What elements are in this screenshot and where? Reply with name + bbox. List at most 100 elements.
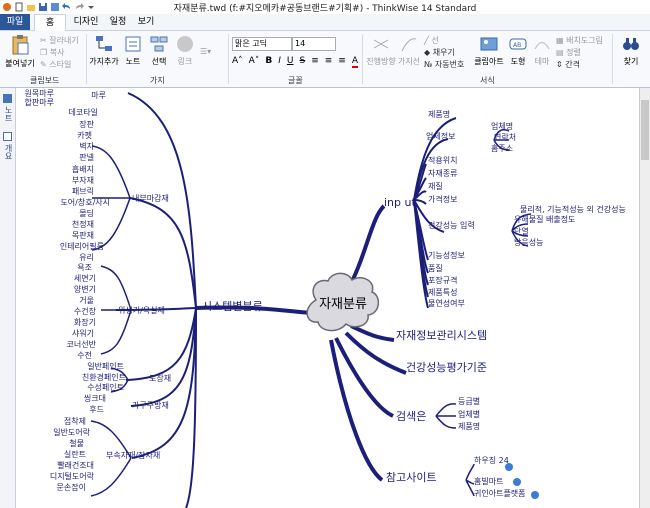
vertical-scrollbar[interactable] [639,88,650,508]
node-bath[interactable]: 위생기/욕실재 [118,305,165,315]
node-hood[interactable]: 후드 [89,405,104,414]
shape-button[interactable]: AB 도형 [506,34,530,67]
font-size-select[interactable]: 14 [292,37,336,51]
shrink-font-icon[interactable]: A˅ [249,56,260,68]
node-corner-shelf[interactable]: 코너선반 [67,339,97,349]
node-floor[interactable]: 마루 [91,91,106,100]
tab-view[interactable]: 보기 [134,14,158,30]
node-vanity[interactable]: 화장기 [74,317,96,327]
italic-icon[interactable]: I [278,56,281,68]
node-shower[interactable]: 샤워기 [72,328,94,338]
node-company-name[interactable]: 업체명 [491,121,513,131]
node-material-type[interactable]: 자재종류 [428,169,457,178]
node-interior-finish[interactable]: 내부마감재 [132,193,169,203]
line-button[interactable]: ╱ 선 [424,35,439,46]
align-right-icon[interactable]: ≡ [338,56,346,68]
root-node[interactable]: 자재분류 [306,272,380,332]
clipart-button[interactable]: 클립아트 [472,34,506,67]
node-soundproof[interactable]: 방음성능 [514,237,543,247]
node-hardware[interactable]: 철물 [69,438,84,448]
branch-info-system[interactable]: 자재정보관리시스템 [396,329,487,342]
branch-line-button[interactable]: 가지선 [396,34,422,67]
fill-button[interactable]: ◆ 채우기 [424,47,455,58]
underline-icon[interactable]: U [287,56,294,68]
side-tab-outline[interactable]: 개요 [3,144,14,160]
tab-design[interactable]: 디자인 [68,14,104,30]
branch-health-standard[interactable]: 건강성능평가기준 [406,361,487,374]
note-button[interactable]: 노트 [121,34,145,67]
node-absorb-board[interactable]: 흡배지 [72,164,94,174]
branch-reference-sites[interactable]: 참고사이트 [386,471,437,484]
tab-home[interactable]: 홈 [34,14,66,31]
node-sub-materials[interactable]: 부속자재/잡자재 [106,450,160,460]
tab-schedule[interactable]: 일정 [106,14,130,30]
theme-button[interactable]: 테마 [530,34,554,67]
font-color-icon[interactable]: A [351,56,358,68]
copy-button[interactable]: ❐ 복사 [40,47,64,58]
node-fabric[interactable]: 패브릭 [72,186,94,196]
node-adhesive[interactable]: 접착제 [64,416,86,426]
node-door-handle[interactable]: 문손잡이 [57,482,86,492]
node-insulation[interactable]: 단열 [514,226,529,236]
node-general-paint[interactable]: 일반페인트 [87,361,124,371]
node-washbasin[interactable]: 세면기 [74,273,96,283]
tab-file[interactable]: 파일 [0,14,30,30]
node-price-info[interactable]: 가격정보 [428,194,457,204]
node-eco-paint[interactable]: 친환경페인트 [82,372,126,382]
node-towel-cabinet[interactable]: 수건장 [74,306,97,316]
globe-icon[interactable] [505,463,513,471]
node-contact[interactable]: 연락처 [494,132,516,142]
node-carpet[interactable]: 카펫 [77,130,92,140]
select-button[interactable]: 선택 [147,34,171,67]
find-button[interactable]: 찾기 [616,34,646,67]
font-name-select[interactable]: 맑은 고딕 [232,37,292,51]
scrollbar-thumb[interactable] [641,100,649,160]
align-button[interactable]: ▤ 정렬 [556,47,581,58]
node-drying-rack[interactable]: 빨래건조대 [57,460,94,470]
mindmap-canvas[interactable]: 자재분류 inp ut 자재정보관리시스템 건강성능평가기준 검색은 참고사이트… [16,88,639,508]
node-wallpaper[interactable]: 벽지 [79,141,94,151]
bold-icon[interactable]: B [265,56,272,68]
branch-search[interactable]: 검색은 [396,410,426,423]
node-material[interactable]: 재질 [428,182,443,191]
node-mirror[interactable]: 거울 [79,296,94,305]
node-faucet[interactable]: 수전 [77,350,92,360]
node-deco-tile[interactable]: 데코타일 [69,108,98,117]
numbering-button[interactable]: № 자동번호 [424,59,464,70]
node-product-feature[interactable]: 제품특성 [428,288,457,297]
strikethrough-icon[interactable]: S [299,56,305,68]
node-interior-film[interactable]: 인테리어필름 [60,241,104,251]
format-painter-button[interactable]: ✎ 스타일 [40,59,71,70]
branch-input[interactable]: inp ut [384,196,416,209]
grow-font-icon[interactable]: A˄ [232,56,243,68]
branch-system-classification[interactable]: 시스템별분류 [202,300,263,313]
node-apply-location[interactable]: 적용위치 [428,155,457,165]
node-water-paint[interactable]: 수성페인트 [87,382,124,392]
spacing-button[interactable]: ⇕ 간격 [556,59,580,70]
node-toilet[interactable]: 양변기 [74,284,96,294]
node-sub-material[interactable]: 부자재 [72,176,94,185]
node-quality[interactable]: 품질 [428,264,443,273]
node-sealant[interactable]: 실란트 [64,449,86,459]
node-plywood-floor[interactable]: 합판마루 [25,98,54,107]
node-art-platform[interactable]: 귀인아트플랫폼 [474,488,526,498]
align-center-icon[interactable]: ≡ [325,56,333,68]
node-paint[interactable]: 도장재 [149,373,171,383]
node-harmful-emission[interactable]: 유해물질 배출정도 [514,214,575,224]
node-wood-panel[interactable]: 목판재 [72,231,94,240]
globe-icon[interactable] [531,491,539,499]
node-homebill-mart[interactable]: 홈빌마트 [474,476,503,486]
outline-panel-icon[interactable] [3,132,12,141]
node-linoleum[interactable]: 장판 [79,119,94,129]
link-button[interactable]: 링크 [173,34,197,67]
node-housing24[interactable]: 하우징 24 [474,455,509,465]
node-sink[interactable]: 씽크대 [84,393,106,403]
node-solidwood-floor[interactable]: 원목마루 [25,89,54,98]
node-function-info[interactable]: 기능성정보 [428,250,465,260]
node-health-input[interactable]: 건강성능 입력 [428,220,475,230]
node-molding[interactable]: 몰딩 [79,208,94,218]
node-homepage[interactable]: 홈주소 [491,143,513,153]
node-flammability[interactable]: 물연성여부 [428,298,465,308]
node-physical-performance[interactable]: 물리적, 기능적성능 외 건강성능 [520,204,626,214]
node-by-grade[interactable]: 등급별 [458,396,480,406]
